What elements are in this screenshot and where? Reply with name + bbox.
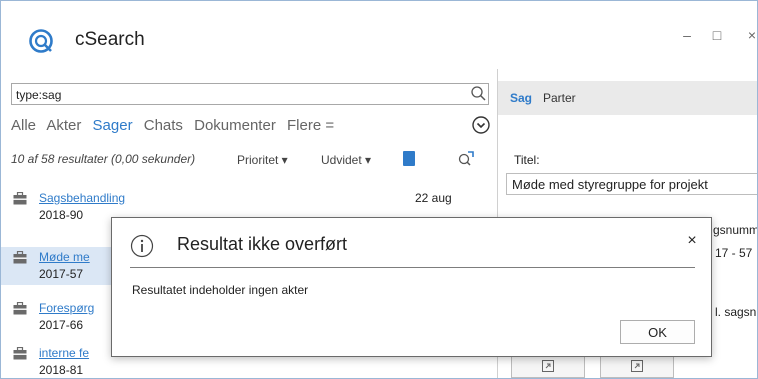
app-title: cSearch: [75, 29, 145, 50]
message-dialog: Resultat ikke overført × Resultatet inde…: [111, 217, 712, 357]
open-related-button[interactable]: [600, 354, 674, 378]
case-title-link[interactable]: interne fe: [39, 346, 89, 360]
case-date: 22 aug: [415, 191, 452, 205]
filter-tab-sager[interactable]: Sager: [93, 117, 133, 134]
open-button[interactable]: [511, 354, 585, 378]
dialog-close-button[interactable]: ×: [684, 232, 700, 250]
info-icon: [130, 234, 154, 258]
case-folder-icon: [13, 302, 27, 315]
open-external-icon: [631, 360, 643, 372]
minimize-button[interactable]: –: [677, 25, 697, 45]
case-number-value: 17 - 57: [715, 246, 753, 260]
filter-tab-chats[interactable]: Chats: [144, 117, 183, 134]
case-folder-icon: [13, 192, 27, 205]
title-field-label: Titel:: [514, 153, 540, 167]
filter-tab-alle[interactable]: Alle: [11, 117, 36, 134]
filter-tab-akter[interactable]: Akter: [46, 117, 81, 134]
detail-tabs: Sag Parter: [498, 81, 757, 115]
dialog-message: Resultatet indeholder ingen akter: [132, 283, 309, 297]
result-count: 10 af 58 resultater (0,00 sekunder): [11, 152, 196, 166]
case-title-link[interactable]: Møde me: [39, 250, 90, 264]
filter-tabs: Alle Akter Sager Chats Dokumenter Flere …: [11, 117, 341, 137]
book-icon[interactable]: [403, 151, 415, 166]
close-window-button[interactable]: ×: [742, 25, 757, 45]
case-number-label: gsnumm: [713, 223, 758, 237]
open-external-icon: [542, 360, 554, 372]
ok-button[interactable]: OK: [620, 320, 695, 344]
chevron-down-icon[interactable]: [472, 116, 490, 134]
sort-priority-dropdown[interactable]: Prioritet ▾: [237, 153, 288, 167]
case-number: 2018-90: [39, 208, 84, 222]
app-window: cSearch – □ × Alle Akter Sager Chats Dok…: [0, 0, 758, 379]
search-box: [11, 83, 489, 105]
refresh-search-icon[interactable]: [456, 149, 476, 167]
search-logo-icon: [29, 29, 53, 53]
dialog-title: Resultat ikke overført: [177, 234, 348, 254]
case-number: 2017-57: [39, 267, 84, 281]
case-number: 2017-66: [39, 318, 84, 332]
case-folder-icon: [13, 251, 27, 264]
filter-tab-flere[interactable]: Flere =: [287, 117, 334, 134]
related-case-label: l. sagsn: [715, 305, 757, 319]
maximize-button[interactable]: □: [707, 25, 727, 45]
sort-expanded-dropdown[interactable]: Udvidet ▾: [321, 153, 371, 167]
tab-sag[interactable]: Sag: [510, 91, 532, 105]
filter-tab-dokumenter[interactable]: Dokumenter: [194, 117, 276, 134]
search-icon[interactable]: [468, 84, 490, 104]
search-input[interactable]: [16, 86, 456, 104]
case-number: 2018-81: [39, 363, 84, 377]
title-field[interactable]: Møde med styregruppe for projekt: [506, 173, 757, 195]
case-folder-icon: [13, 347, 27, 360]
tab-parter[interactable]: Parter: [543, 91, 576, 105]
dialog-divider: [130, 267, 695, 268]
case-title-link[interactable]: Sagsbehandling: [39, 191, 125, 205]
title-bar: cSearch – □ ×: [1, 1, 757, 57]
case-title-link[interactable]: Forespørg: [39, 301, 94, 315]
